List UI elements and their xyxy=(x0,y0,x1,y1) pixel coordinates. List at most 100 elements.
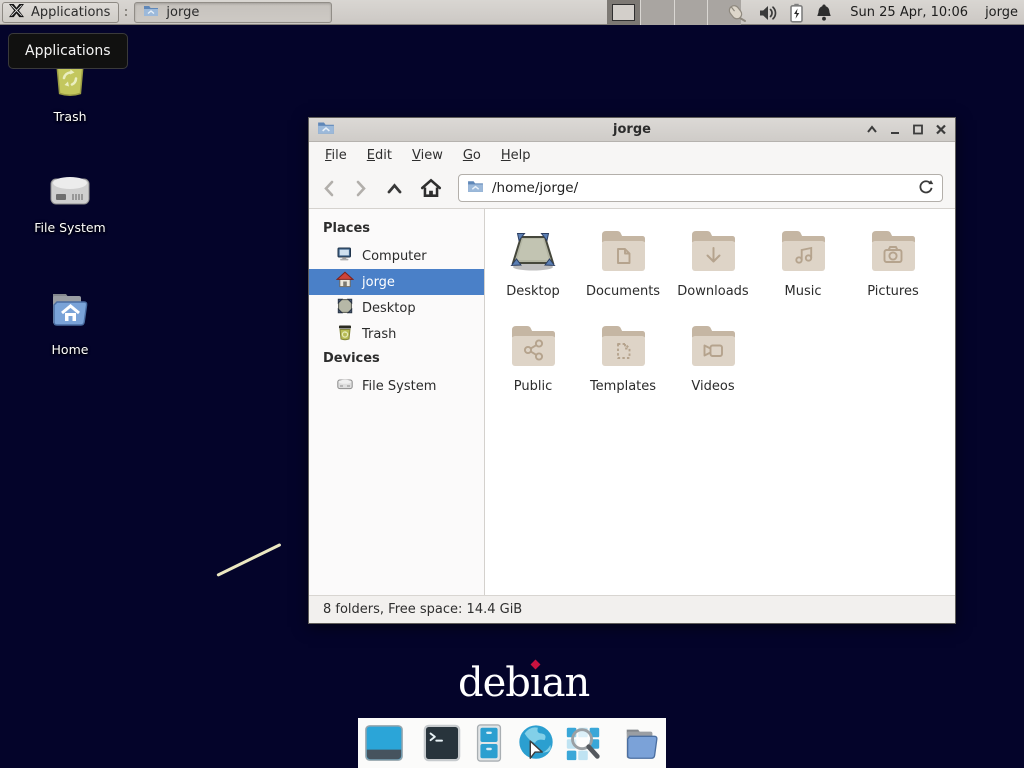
toolbar xyxy=(309,168,955,209)
document-glyph xyxy=(599,227,647,275)
hard-drive-icon xyxy=(47,170,93,214)
folder-label: Templates xyxy=(590,379,656,394)
sidebar-devices-header: Devices xyxy=(309,347,484,373)
sidebar-places-header: Places xyxy=(309,217,484,243)
top-panel: Applications jorge xyxy=(0,0,1024,25)
desktop-workspace-icon xyxy=(509,227,557,275)
debian-logo-i: ı xyxy=(530,660,542,706)
status-text: 8 folders, Free space: 14.4 GiB xyxy=(323,602,522,617)
web-browser-icon[interactable] xyxy=(515,722,557,764)
window-folder-icon xyxy=(143,4,159,21)
up-button[interactable] xyxy=(385,180,404,196)
menu-help[interactable]: Help xyxy=(491,143,541,168)
folder-label: Downloads xyxy=(677,284,748,299)
status-bar: 8 folders, Free space: 14.4 GiB xyxy=(309,595,955,623)
mouse-settings-icon[interactable] xyxy=(725,3,747,23)
desktop-icon-file-system[interactable]: File System xyxy=(26,170,114,235)
workspace-switcher[interactable] xyxy=(607,0,741,25)
folder-label: Pictures xyxy=(867,284,918,299)
stray-line-artifact xyxy=(216,543,281,577)
video-camera-glyph xyxy=(689,322,737,370)
camera-glyph xyxy=(869,227,917,275)
sidebar-item-file-system[interactable]: File System xyxy=(309,373,484,399)
panel-separator-handle xyxy=(122,3,130,21)
xfce-logo-icon xyxy=(8,3,25,22)
folder-label: Desktop xyxy=(506,284,560,299)
minimize-button[interactable] xyxy=(889,124,901,135)
template-glyph xyxy=(599,322,647,370)
home-button[interactable] xyxy=(420,178,442,198)
home-icon xyxy=(336,271,354,293)
folder-item-public[interactable]: Public xyxy=(488,322,578,417)
sidebar-item-label: Computer xyxy=(362,249,427,264)
download-arrow-glyph xyxy=(689,227,737,275)
application-finder-icon[interactable] xyxy=(562,722,604,764)
path-input[interactable] xyxy=(492,180,909,196)
maximize-button[interactable] xyxy=(912,124,924,135)
close-button[interactable] xyxy=(935,124,947,135)
applications-button[interactable]: Applications xyxy=(2,2,119,23)
taskbar-button-label: jorge xyxy=(166,5,199,20)
taskbar-window-button[interactable]: jorge xyxy=(134,2,332,23)
workspace-2[interactable] xyxy=(640,0,674,25)
battery-charging-icon[interactable] xyxy=(789,3,804,23)
applications-button-label: Applications xyxy=(31,5,110,20)
folder-item-pictures[interactable]: Pictures xyxy=(848,227,938,322)
file-manager-icon[interactable] xyxy=(620,722,662,764)
titlebar[interactable]: jorge xyxy=(309,118,955,142)
desktop-icon-home[interactable]: Home xyxy=(26,288,114,357)
notifications-bell-icon[interactable] xyxy=(815,3,833,22)
folder-label: Public xyxy=(514,379,552,394)
panel-username[interactable]: jorge xyxy=(985,5,1018,20)
folder-label: Documents xyxy=(586,284,660,299)
folder-item-documents[interactable]: Documents xyxy=(578,227,668,322)
sidebar-item-label: Desktop xyxy=(362,301,416,316)
desktop: Applications jorge xyxy=(0,0,1024,768)
audio-volume-icon[interactable] xyxy=(758,4,778,22)
menu-go[interactable]: Go xyxy=(453,143,491,168)
folder-view[interactable]: Desktop Documents Downloads xyxy=(485,209,955,595)
music-notes-glyph xyxy=(779,227,827,275)
shade-button[interactable] xyxy=(866,124,878,135)
folder-item-templates[interactable]: Templates xyxy=(578,322,668,417)
sidebar-item-label: jorge xyxy=(362,275,395,290)
debian-logo-text: an xyxy=(542,660,590,706)
sidebar: Places Computer jorge xyxy=(309,209,485,595)
menubar: File Edit View Go Help xyxy=(309,142,955,168)
sidebar-item-trash[interactable]: Trash xyxy=(309,321,484,347)
file-cabinet-icon[interactable] xyxy=(468,722,510,764)
menu-view[interactable]: View xyxy=(402,143,453,168)
workspace-1[interactable] xyxy=(607,0,640,25)
sidebar-item-desktop[interactable]: Desktop xyxy=(309,295,484,321)
desktop-icon-label: File System xyxy=(34,220,106,235)
menu-edit[interactable]: Edit xyxy=(357,143,402,168)
menu-file[interactable]: File xyxy=(315,143,357,168)
trash-icon xyxy=(336,323,354,345)
folder-item-desktop[interactable]: Desktop xyxy=(488,227,578,322)
folder-item-downloads[interactable]: Downloads xyxy=(668,227,758,322)
home-folder-icon xyxy=(47,288,93,336)
show-desktop-icon[interactable] xyxy=(363,722,405,764)
dock xyxy=(358,718,666,768)
debian-logo-text: deb xyxy=(458,660,530,706)
reload-icon[interactable] xyxy=(917,178,934,199)
system-tray: Sun 25 Apr, 10:06 jorge xyxy=(725,0,1018,25)
path-folder-icon xyxy=(467,179,484,197)
clock[interactable]: Sun 25 Apr, 10:06 xyxy=(850,5,968,20)
folder-label: Music xyxy=(785,284,822,299)
workspace-3[interactable] xyxy=(674,0,708,25)
path-bar[interactable] xyxy=(458,174,943,202)
folder-item-music[interactable]: Music xyxy=(758,227,848,322)
sidebar-item-jorge[interactable]: jorge xyxy=(309,269,484,295)
forward-button[interactable] xyxy=(353,179,369,198)
share-glyph xyxy=(509,322,557,370)
folder-label: Videos xyxy=(691,379,734,394)
folder-item-videos[interactable]: Videos xyxy=(668,322,758,417)
desktop-icon xyxy=(336,297,354,319)
sidebar-item-computer[interactable]: Computer xyxy=(309,243,484,269)
terminal-icon[interactable] xyxy=(421,722,463,764)
desktop-icon-label: Trash xyxy=(53,109,86,124)
drive-icon xyxy=(336,375,354,397)
back-button[interactable] xyxy=(321,179,337,198)
desktop-icon-label: Home xyxy=(52,342,89,357)
